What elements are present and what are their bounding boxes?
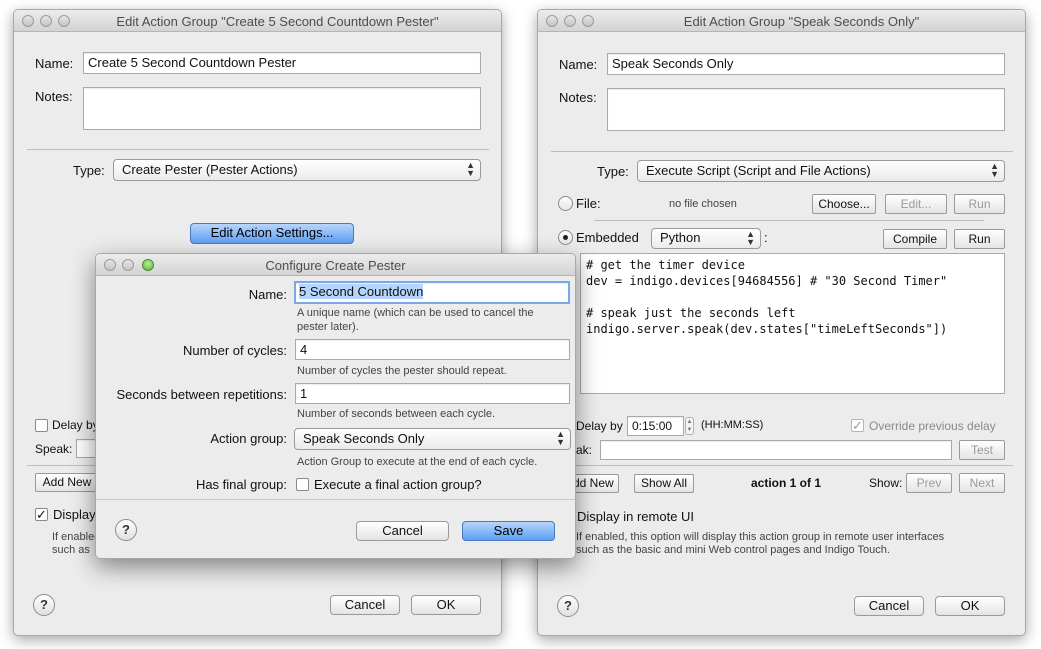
seconds-hint: Number of seconds between each cycle. [297, 408, 496, 420]
left-type-value: Create Pester (Pester Actions) [122, 162, 298, 177]
left-titlebar: Edit Action Group "Create 5 Second Count… [14, 10, 501, 32]
right-name-label: Name: [559, 57, 598, 72]
dialog-help-button[interactable]: ? [115, 519, 137, 541]
right-type-value: Execute Script (Script and File Actions) [646, 163, 871, 178]
action-group-label: Action group: [210, 431, 287, 446]
language-value: Python [660, 230, 701, 245]
left-type-label: Type: [73, 163, 105, 178]
right-name-field[interactable]: Speak Seconds Only [607, 53, 1005, 75]
dialog-title: Configure Create Pester [265, 258, 406, 273]
right-ok-button[interactable]: OK [935, 596, 1005, 616]
edit-action-settings-button[interactable]: Edit Action Settings... [190, 223, 354, 244]
left-delay-checkbox[interactable] [35, 419, 48, 432]
dialog-save-button[interactable]: Save [462, 521, 555, 541]
file-separator [594, 220, 984, 221]
show-label: Show: [869, 476, 903, 490]
cycles-label: Number of cycles: [182, 343, 287, 358]
prev-button[interactable]: Prev [906, 473, 952, 493]
speak-field[interactable] [600, 440, 952, 460]
language-popup[interactable]: Python ▲ ▼ [651, 228, 761, 249]
show-all-button[interactable]: Show All [634, 474, 694, 493]
file-label: File: [576, 196, 601, 211]
popup-arrows-icon: ▲ ▼ [990, 161, 999, 179]
action-count: action 1 of 1 [751, 476, 822, 490]
right-speak-label: ak: [576, 443, 593, 457]
dialog-separator [96, 499, 575, 500]
popup-arrows-icon: ▲ ▼ [556, 429, 565, 447]
pester-name-field[interactable]: 5 Second Countdown [294, 281, 570, 304]
left-ok-button[interactable]: OK [411, 595, 481, 615]
left-desc-line1: If enabled [52, 531, 101, 543]
embedded-radio[interactable] [558, 230, 573, 245]
action-group-value: Speak Seconds Only [303, 431, 425, 446]
left-notes-label: Notes: [35, 89, 73, 104]
file-radio[interactable] [558, 196, 573, 211]
seconds-field[interactable]: 1 [295, 383, 570, 404]
pester-name-label: Name: [248, 287, 287, 302]
left-help-button[interactable]: ? [33, 594, 55, 616]
next-button[interactable]: Next [959, 473, 1005, 493]
action-group-hint: Action Group to execute at the end of ea… [297, 456, 538, 468]
left-name-label: Name: [35, 56, 74, 71]
script-editor[interactable]: # get the timer device dev = indigo.devi… [580, 253, 1005, 394]
popup-arrows-icon: ▲ ▼ [746, 229, 755, 247]
edit-file-button[interactable]: Edit... [885, 194, 947, 214]
left-notes-field[interactable] [83, 87, 481, 130]
right-window-title: Edit Action Group "Speak Seconds Only" [683, 14, 920, 29]
no-file-chosen: no file chosen [669, 198, 737, 210]
delay-format: (HH:MM:SS) [701, 419, 764, 431]
right-type-label: Type: [597, 164, 629, 179]
cycles-hint: Number of cycles the pester should repea… [297, 365, 507, 377]
pester-name-hint-2: pester later). [297, 321, 359, 333]
left-display-checkbox[interactable]: ✓ [35, 508, 48, 521]
test-button[interactable]: Test [959, 440, 1005, 460]
final-group-checkbox[interactable] [296, 478, 309, 491]
left-delay-label: Delay by [52, 418, 99, 432]
display-desc-line1: If enabled, this option will display thi… [576, 531, 945, 543]
pester-name-value: 5 Second Countdown [299, 284, 424, 299]
final-group-label: Has final group: [195, 477, 287, 492]
left-add-new-button[interactable]: Add New [35, 473, 99, 492]
right-cancel-button[interactable]: Cancel [854, 596, 924, 616]
right-notes-label: Notes: [559, 90, 597, 105]
override-label: Override previous delay [869, 419, 996, 433]
pester-name-hint-1: A unique name (which can be used to canc… [297, 307, 534, 319]
action-group-popup[interactable]: Speak Seconds Only ▲ ▼ [294, 428, 571, 450]
cycles-field[interactable]: 4 [295, 339, 570, 360]
left-window-title: Edit Action Group "Create 5 Second Count… [116, 14, 439, 29]
run-script-button[interactable]: Run [954, 229, 1005, 249]
right-delay-label: Delay by [576, 419, 623, 433]
dialog-titlebar: Configure Create Pester [96, 254, 575, 276]
left-cancel-button[interactable]: Cancel [330, 595, 400, 615]
language-colon: : [764, 230, 768, 245]
popup-arrows-icon: ▲ ▼ [466, 160, 475, 178]
right-notes-field[interactable] [607, 88, 1005, 131]
override-checkbox[interactable]: ✓ [851, 419, 864, 432]
right-titlebar: Edit Action Group "Speak Seconds Only" [538, 10, 1025, 32]
right-help-button[interactable]: ? [557, 595, 579, 617]
left-desc-line2: such as [52, 544, 90, 556]
embedded-label: Embedded [576, 230, 639, 245]
right-separator-2 [551, 465, 1013, 466]
left-display-label: Display [53, 507, 96, 522]
delay-stepper[interactable]: ▲ ▼ [685, 417, 694, 435]
delay-field[interactable]: 0:15:00 [627, 416, 684, 436]
final-group-checkbox-label: Execute a final action group? [314, 477, 482, 492]
compile-button[interactable]: Compile [883, 229, 947, 249]
choose-button[interactable]: Choose... [812, 194, 876, 214]
display-desc-line2: such as the basic and mini Web control p… [576, 544, 890, 556]
run-file-button[interactable]: Run [954, 194, 1005, 214]
left-separator-1 [27, 149, 489, 150]
right-window: Edit Action Group "Speak Seconds Only" N… [537, 9, 1026, 636]
right-type-popup[interactable]: Execute Script (Script and File Actions)… [637, 160, 1005, 182]
seconds-label: Seconds between repetitions: [116, 387, 287, 402]
configure-pester-dialog: Configure Create Pester Name: 5 Second C… [95, 253, 576, 559]
left-type-popup[interactable]: Create Pester (Pester Actions) ▲ ▼ [113, 159, 481, 181]
right-separator-1 [551, 151, 1013, 152]
left-speak-label: Speak: [35, 442, 73, 456]
dialog-cancel-button[interactable]: Cancel [356, 521, 449, 541]
display-remote-label: Display in remote UI [577, 509, 695, 524]
left-name-field[interactable]: Create 5 Second Countdown Pester [83, 52, 481, 74]
